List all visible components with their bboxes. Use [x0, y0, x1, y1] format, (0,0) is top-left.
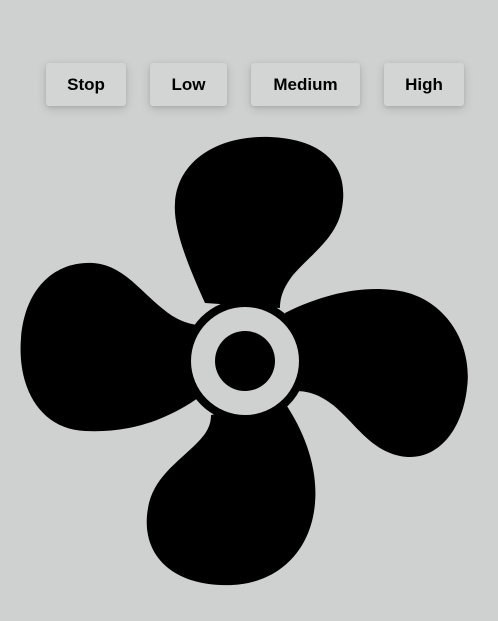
medium-button[interactable]: Medium	[251, 63, 360, 106]
high-button[interactable]: High	[384, 63, 464, 106]
fan-blade-right	[285, 289, 468, 458]
speed-controls: Stop Low Medium High	[0, 63, 498, 106]
fan-blade-bottom	[146, 403, 316, 586]
fan-icon	[20, 136, 468, 586]
stop-button[interactable]: Stop	[46, 63, 126, 106]
fan-hub-center	[215, 331, 275, 391]
fan-blade-top	[174, 136, 344, 308]
fan-blade-left	[20, 262, 206, 432]
fan	[15, 133, 475, 593]
low-button[interactable]: Low	[150, 63, 227, 106]
